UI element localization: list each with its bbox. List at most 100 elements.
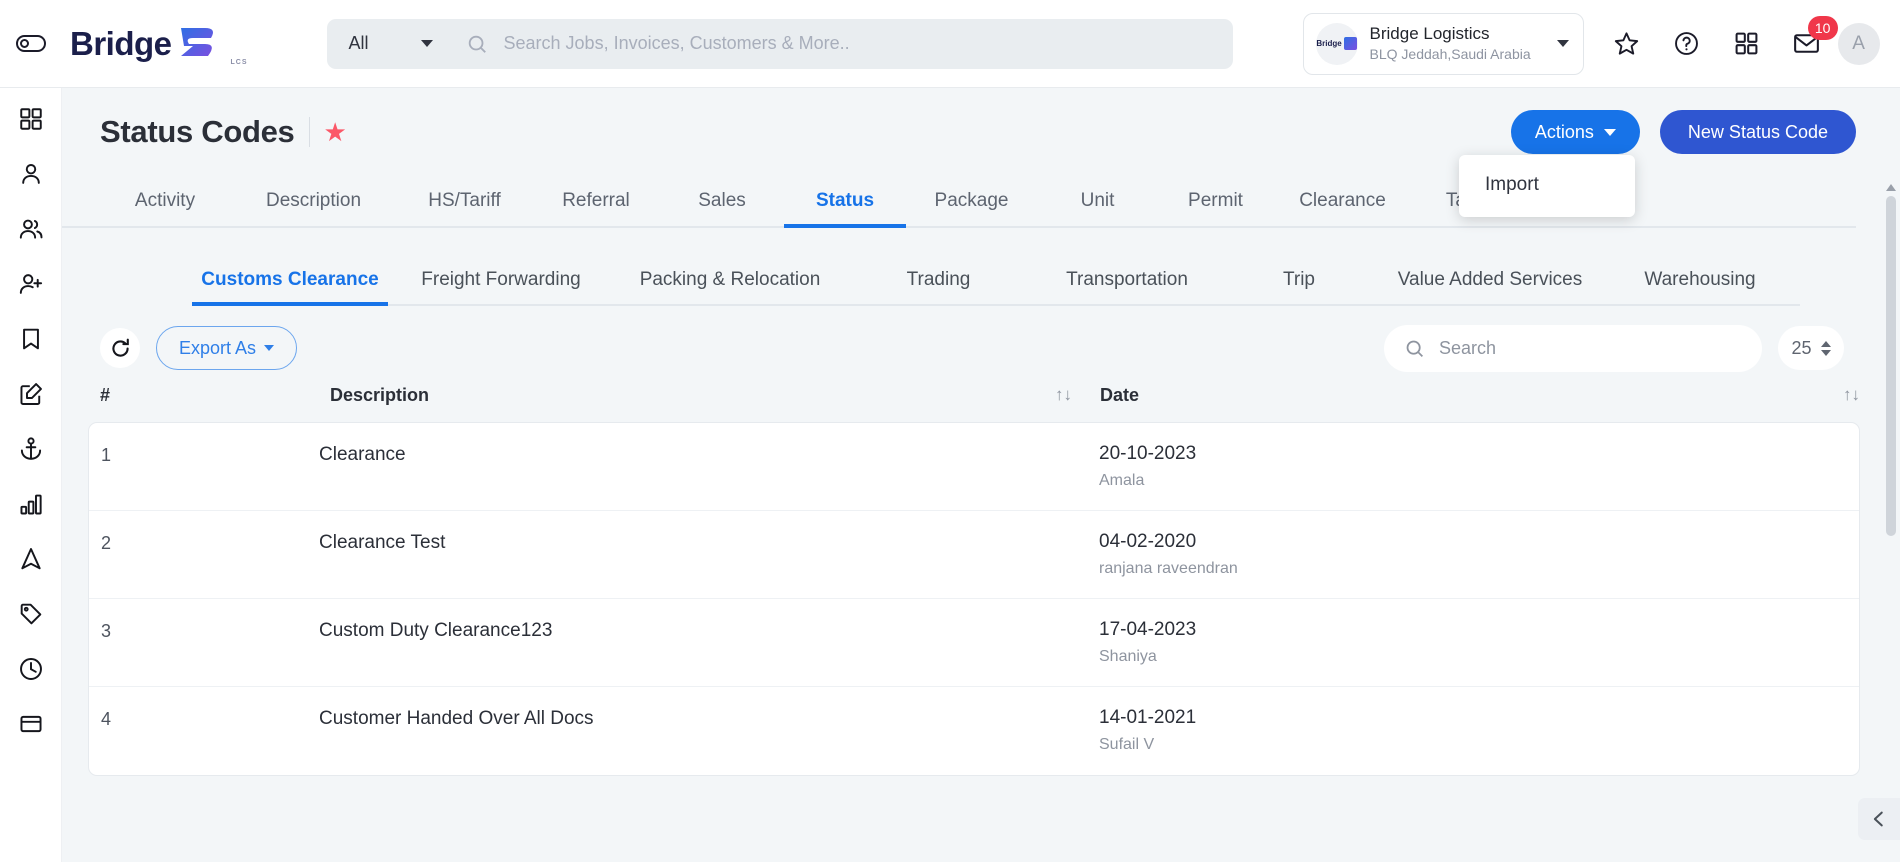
org-logo-icon: Bridge	[1315, 22, 1358, 65]
search-icon	[1406, 340, 1423, 357]
column-header-number: #	[100, 384, 111, 405]
tab-description[interactable]: Description	[230, 190, 397, 226]
brand-mark-icon: LCS	[175, 24, 247, 66]
export-as-button[interactable]: Export As	[156, 326, 298, 370]
subtab-transportation[interactable]: Transportation	[1031, 269, 1223, 304]
cell-date: 04-02-2020 ranjana raveendran	[1099, 511, 1859, 598]
left-sidebar-rail	[0, 88, 62, 862]
tab-label: Unit	[1080, 190, 1115, 211]
dashboard-grid-icon[interactable]	[16, 104, 46, 134]
vertical-scrollbar[interactable]	[1885, 184, 1896, 862]
tab-referral[interactable]: Referral	[532, 190, 660, 226]
refresh-icon[interactable]	[100, 328, 140, 368]
sort-arrows-icon[interactable]: ↑↓	[1843, 385, 1860, 405]
add-user-icon[interactable]	[16, 269, 46, 299]
subtab-packing-relocation[interactable]: Packing & Relocation	[614, 269, 846, 304]
tab-status[interactable]: Status	[784, 190, 906, 228]
sidebar-toggle[interactable]	[0, 35, 62, 52]
tag-icon[interactable]	[16, 599, 46, 629]
table-row[interactable]: 4 Customer Handed Over All Docs 14-01-2021…	[89, 687, 1859, 775]
subtab-warehousing[interactable]: Warehousing	[1605, 269, 1795, 304]
help-icon[interactable]	[1672, 29, 1702, 59]
scroll-up-arrow-icon[interactable]	[1885, 184, 1896, 191]
table-row[interactable]: 1 Clearance 20-10-2023 Amala	[89, 423, 1859, 511]
tab-clearance[interactable]: Clearance	[1273, 190, 1412, 226]
subtab-trip[interactable]: Trip	[1223, 269, 1375, 304]
navigation-arrow-icon[interactable]	[16, 544, 46, 574]
cell-description: Customer Handed Over All Docs	[319, 708, 594, 729]
org-name: Bridge Logistics	[1369, 23, 1490, 43]
anchor-icon[interactable]	[16, 434, 46, 464]
table-row[interactable]: 3 Custom Duty Clearance123 17-04-2023 Shani…	[89, 599, 1859, 687]
cell-date: 14-01-2021 Sufail V	[1099, 687, 1859, 775]
tab-label: Package	[934, 190, 1009, 211]
tab-unit[interactable]: Unit	[1037, 190, 1158, 226]
sort-arrows-icon[interactable]: ↑↓	[1055, 385, 1072, 405]
page-size-stepper[interactable]: 25	[1778, 326, 1844, 370]
tab-package[interactable]: Package	[906, 190, 1037, 226]
tab-permit[interactable]: Permit	[1158, 190, 1273, 226]
actions-button[interactable]: Actions	[1510, 110, 1640, 154]
organization-selector[interactable]: Bridge Bridge Logistics BLQ Jeddah,Saudi…	[1302, 12, 1584, 75]
cell-description: Clearance Test	[319, 532, 446, 553]
star-filled-icon[interactable]: ★	[324, 119, 347, 145]
tab-sales[interactable]: Sales	[660, 190, 784, 226]
cell-description: Custom Duty Clearance123	[319, 620, 553, 641]
actions-button-label: Actions	[1534, 121, 1594, 142]
cell-description: Clearance	[319, 444, 406, 465]
table-toolbar: Export As 25	[62, 306, 1900, 372]
column-header-date[interactable]: Date ↑↓	[1100, 385, 1860, 406]
mail-icon[interactable]: 10	[1792, 15, 1838, 59]
menu-item-import[interactable]: Import	[1459, 169, 1635, 201]
table-body: 1 Clearance 20-10-2023 Amala 2 Clearance Test…	[88, 422, 1860, 776]
bar-chart-icon[interactable]	[16, 489, 46, 519]
subtab-freight-forwarding[interactable]: Freight Forwarding	[388, 269, 614, 304]
search-category-value: All	[348, 33, 369, 53]
users-group-icon[interactable]	[16, 214, 46, 244]
subtab-label: Freight Forwarding	[421, 269, 581, 290]
cell-date: 20-10-2023 Amala	[1099, 423, 1859, 510]
tab-hs-tariff[interactable]: HS/Tariff	[397, 190, 532, 226]
subtab-label: Trading	[906, 269, 971, 290]
table-search-input[interactable]	[1439, 337, 1742, 359]
brand-name: Bridge	[70, 24, 172, 62]
edit-square-icon[interactable]	[16, 379, 46, 409]
bookmark-icon[interactable]	[16, 324, 46, 354]
cell-number: 3	[101, 621, 112, 641]
subtab-label: Value Added Services	[1397, 269, 1583, 290]
tab-label: Sales	[698, 190, 746, 211]
column-header-description[interactable]: Description ↑↓	[330, 385, 1100, 406]
column-header-description-label: Description	[330, 384, 430, 405]
card-icon[interactable]	[16, 709, 46, 739]
cell-date-user: ranjana raveendran	[1099, 560, 1238, 577]
clock-icon[interactable]	[16, 654, 46, 684]
cell-number: 4	[101, 709, 112, 729]
subtab-customs-clearance[interactable]: Customs Clearance	[192, 269, 388, 306]
apps-grid-icon[interactable]	[1732, 29, 1762, 59]
search-category-select[interactable]: All	[327, 19, 451, 69]
subtab-label: Trip	[1282, 269, 1316, 290]
tab-label: HS/Tariff	[428, 190, 501, 211]
table-row[interactable]: 2 Clearance Test 04-02-2020 ranjana raveend…	[89, 511, 1859, 599]
subtab-label: Warehousing	[1644, 269, 1756, 290]
star-icon[interactable]	[1612, 29, 1642, 59]
brand-logo[interactable]: Bridge LCS	[70, 24, 247, 66]
avatar[interactable]: A	[1837, 22, 1880, 65]
subtab-trading[interactable]: Trading	[846, 269, 1031, 304]
cell-date-user: Amala	[1099, 472, 1145, 489]
cell-date: 17-04-2023 Shaniya	[1099, 599, 1859, 686]
chevron-down-icon	[1603, 128, 1616, 136]
new-status-code-button[interactable]: New Status Code	[1659, 110, 1856, 154]
user-icon[interactable]	[16, 159, 46, 189]
tab-activity[interactable]: Activity	[100, 190, 230, 226]
subtab-value-added-services[interactable]: Value Added Services	[1375, 269, 1605, 304]
cell-date-value: 14-01-2021	[1099, 707, 1197, 728]
global-search-input[interactable]	[487, 33, 1233, 54]
global-search: All	[326, 18, 1233, 69]
scrollbar-thumb[interactable]	[1885, 196, 1896, 536]
tab-label: Permit	[1188, 190, 1243, 211]
mail-badge: 10	[1807, 15, 1838, 40]
page-header: Status Codes ★ Actions New Status Code	[62, 88, 1900, 154]
collapse-panel-button[interactable]	[1858, 798, 1900, 840]
subtab-label: Transportation	[1066, 269, 1188, 290]
